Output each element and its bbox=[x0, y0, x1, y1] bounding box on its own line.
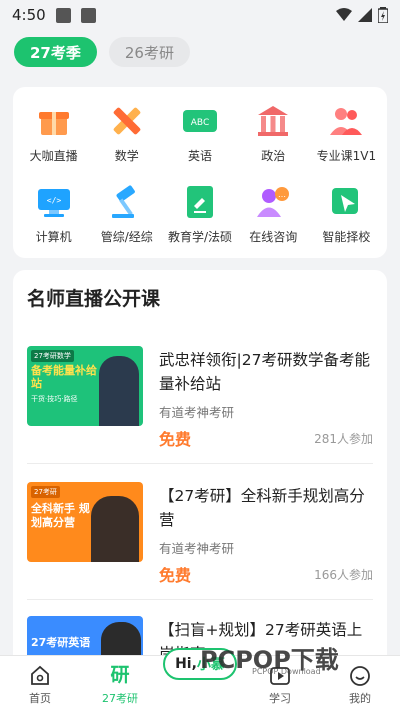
law-book-icon bbox=[186, 186, 213, 218]
category-english[interactable]: ABC 英语 bbox=[163, 103, 236, 164]
section-title: 名师直播公开课 bbox=[27, 288, 161, 310]
category-card: 大咖直播 数学 ABC 英语 政治 专业课1V1 </> 计算机 管综/经综 教… bbox=[13, 87, 387, 258]
tab-27-season[interactable]: 27考季 bbox=[14, 37, 97, 67]
home-icon bbox=[31, 665, 49, 685]
category-smart-school[interactable]: 智能择校 bbox=[310, 184, 383, 245]
svg-text:ABC: ABC bbox=[191, 118, 209, 128]
consultant-icon: … bbox=[257, 187, 290, 217]
ruler-pencil-icon bbox=[113, 107, 141, 135]
gift-icon bbox=[38, 112, 69, 135]
season-tabs: 27考季 26考研 bbox=[14, 37, 190, 67]
cellular-icon bbox=[358, 8, 372, 22]
participant-count: 166人参加 bbox=[314, 568, 373, 582]
category-math[interactable]: 数学 bbox=[90, 103, 163, 164]
course-item[interactable]: 27考研 全科新手 规划高分营 【27考研】全科新手规划高分营 有道考神考研 免… bbox=[27, 482, 373, 592]
tab-26-kaoyan[interactable]: 26考研 bbox=[108, 37, 190, 67]
category-management[interactable]: 管综/经综 bbox=[90, 184, 163, 245]
cursor-icon bbox=[332, 188, 359, 214]
teacher-photo bbox=[91, 496, 139, 562]
status-time: 4:50 bbox=[12, 6, 46, 24]
category-education-law[interactable]: 教育学/法硕 bbox=[163, 184, 236, 245]
wifi-icon bbox=[336, 8, 352, 21]
price-label: 免费 bbox=[159, 566, 192, 585]
notification-icon bbox=[55, 7, 71, 23]
gavel-icon bbox=[111, 185, 135, 218]
course-item[interactable]: 27考研数学 备考能量补给站 干货·技巧·路径 武忠祥领衔|27考研数学备考能量… bbox=[27, 346, 373, 456]
monitor-code-icon: </> bbox=[37, 189, 70, 217]
building-icon bbox=[258, 106, 289, 136]
svg-text:</>: </> bbox=[46, 196, 61, 205]
abc-board-icon: ABC bbox=[182, 110, 217, 132]
category-live[interactable]: 大咖直播 bbox=[17, 103, 90, 164]
svg-text:…: … bbox=[278, 190, 286, 199]
category-politics[interactable]: 政治 bbox=[237, 103, 310, 164]
status-bar: 4:50 bbox=[0, 0, 400, 30]
category-major-1v1[interactable]: 专业课1V1 bbox=[310, 103, 383, 164]
category-computer[interactable]: </> 计算机 bbox=[17, 184, 90, 245]
nav-home[interactable]: 首页 bbox=[0, 656, 80, 711]
teacher-photo bbox=[99, 356, 139, 426]
category-online-consult[interactable]: … 在线咨询 bbox=[237, 184, 310, 245]
divider bbox=[27, 463, 373, 464]
participant-count: 281人参加 bbox=[314, 432, 373, 446]
nav-27kaoyan[interactable]: 研 27考研 bbox=[80, 656, 160, 711]
battery-icon bbox=[378, 7, 388, 23]
watermark-sub: PCPOP Download bbox=[252, 667, 321, 676]
people-icon bbox=[330, 108, 363, 135]
yan-icon: 研 bbox=[110, 664, 130, 686]
price-label: 免费 bbox=[159, 430, 192, 449]
notification-icon bbox=[80, 7, 96, 23]
course-thumbnail: 27考研 全科新手 规划高分营 bbox=[27, 482, 143, 562]
divider bbox=[27, 599, 373, 600]
course-thumbnail: 27考研数学 备考能量补给站 干货·技巧·路径 bbox=[27, 346, 143, 426]
smile-icon bbox=[350, 666, 370, 686]
